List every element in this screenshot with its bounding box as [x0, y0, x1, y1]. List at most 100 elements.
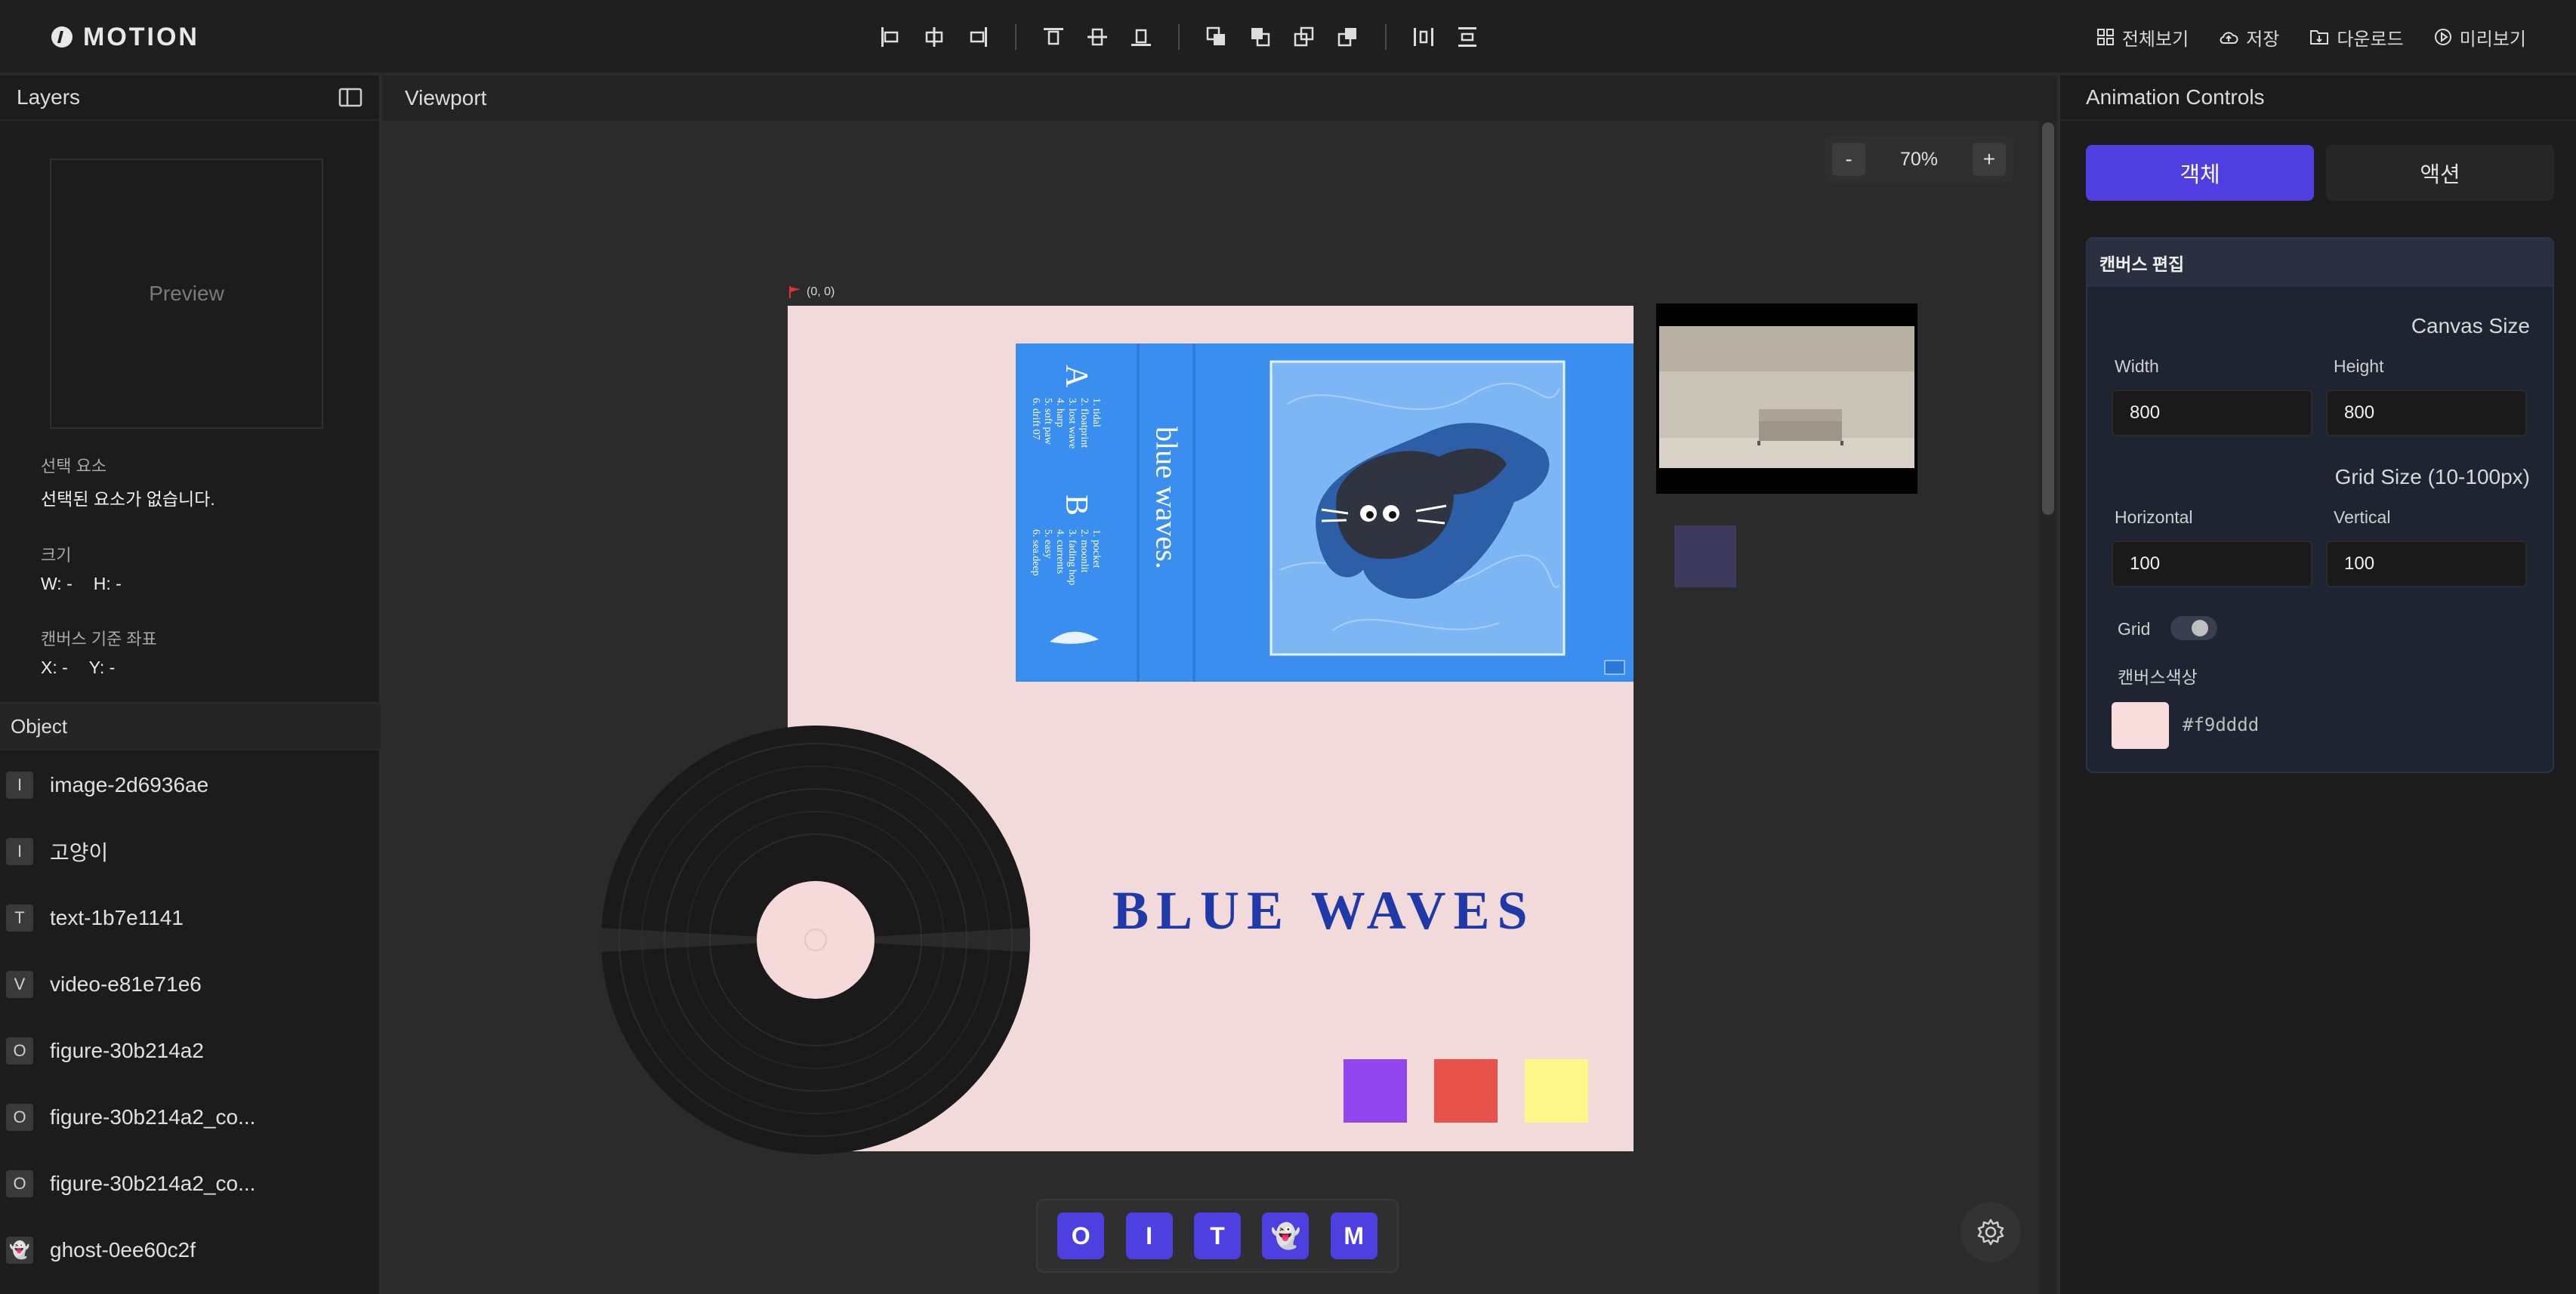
- sidebar-toggle-icon[interactable]: [338, 88, 362, 107]
- viewport[interactable]: - 70% + (0, 0) blue waves. A B 1. tidal …: [382, 121, 2057, 1294]
- gear-icon: [1977, 1219, 2004, 1246]
- track-b-3: 3. fading hop: [1066, 529, 1078, 586]
- canvas-edit-panel: 캔버스 편집 Canvas Size Width Height 800 800 …: [2086, 237, 2554, 773]
- bring-forward-icon[interactable]: [1239, 17, 1282, 57]
- grid-label: Grid: [2118, 619, 2151, 639]
- track-a-4: 4. harp: [1054, 398, 1066, 427]
- align-top-icon[interactable]: [1032, 17, 1075, 57]
- figure-shape[interactable]: [1674, 525, 1736, 587]
- add-text-button[interactable]: T: [1193, 1212, 1241, 1259]
- object-header: Object: [0, 702, 381, 750]
- track-a-5: 5. soft paw: [1042, 398, 1054, 445]
- align-center-h-icon[interactable]: [912, 17, 956, 57]
- save-button[interactable]: 저장: [2219, 24, 2279, 51]
- flag-icon: [789, 286, 801, 298]
- object-item[interactable]: Ofigure-30b214a2: [0, 1018, 381, 1084]
- align-bottom-icon[interactable]: [1119, 17, 1163, 57]
- top-actions: 전체보기 저장 다운로드 미리보기: [2096, 20, 2526, 54]
- tab-object[interactable]: 객체: [2086, 145, 2314, 201]
- download-button[interactable]: 다운로드: [2309, 24, 2404, 51]
- canvas-color-swatch[interactable]: [2112, 702, 2169, 749]
- sofa-room-image: [1656, 303, 1917, 494]
- yellow-square[interactable]: [1525, 1059, 1588, 1123]
- height-input[interactable]: 800: [2326, 390, 2527, 436]
- add-image-button[interactable]: I: [1125, 1212, 1173, 1259]
- tab-action[interactable]: 액션: [2326, 145, 2554, 201]
- vertical-input[interactable]: 100: [2326, 541, 2527, 587]
- align-left-icon[interactable]: [868, 17, 912, 57]
- app-name: MOTION: [83, 22, 199, 51]
- canvas-origin-marker: (0, 0): [788, 285, 835, 299]
- viewport-header: Viewport: [382, 75, 2057, 121]
- layer-preview: Preview: [50, 159, 323, 429]
- download-label: 다운로드: [2337, 29, 2404, 50]
- settings-button[interactable]: [1961, 1202, 2021, 1262]
- toolbar-divider: [1178, 24, 1180, 50]
- selection-info: 선택 요소 선택된 요소가 없습니다. 크기 W: - H: - 캔버스 기준 …: [41, 451, 358, 710]
- vertical-label: Vertical: [2334, 507, 2391, 527]
- purple-square[interactable]: [1344, 1059, 1407, 1123]
- red-square[interactable]: [1434, 1059, 1498, 1123]
- add-media-button[interactable]: M: [1330, 1212, 1377, 1259]
- object-name: figure-30b214a2_co...: [50, 1172, 256, 1195]
- track-b-2: 2. moonlit: [1078, 529, 1090, 573]
- grid-toggle[interactable]: [2170, 616, 2217, 640]
- vinyl-record-image[interactable]: [600, 724, 1032, 1156]
- zoom-control: - 70% +: [1825, 136, 2013, 183]
- cassette-tracks-b: 1. pocket 2. moonlit 3. fading hop 4. cu…: [1029, 529, 1102, 585]
- cassette-side-a: A: [1059, 365, 1094, 388]
- object-item[interactable]: Iimage-2d6936ae: [0, 752, 381, 818]
- video-thumbnail[interactable]: [1656, 303, 1917, 494]
- object-item[interactable]: I 고양이: [0, 818, 381, 885]
- coord-label: 캔버스 기준 좌표: [41, 630, 157, 649]
- coord-x: X: -: [41, 658, 68, 677]
- controls-title: Animation Controls: [2086, 85, 2265, 109]
- blue-waves-text[interactable]: BLUE WAVES: [1112, 880, 1535, 942]
- distribute-h-icon[interactable]: [1402, 17, 1445, 57]
- align-right-icon[interactable]: [956, 17, 1000, 57]
- object-name: figure-30b214a2_co...: [50, 1105, 256, 1129]
- scrollbar-thumb[interactable]: [2042, 122, 2054, 515]
- track-a-2: 2. floatprint: [1078, 398, 1090, 448]
- object-name: image-2d6936ae: [50, 773, 209, 796]
- selection-value: 선택된 요소가 없습니다.: [41, 489, 215, 509]
- send-back-icon[interactable]: [1326, 17, 1370, 57]
- add-figure-button[interactable]: O: [1057, 1212, 1105, 1259]
- horizontal-input[interactable]: 100: [2112, 541, 2312, 587]
- object-type-badge: I: [6, 838, 33, 865]
- zoom-out-button[interactable]: -: [1832, 143, 1865, 176]
- object-item[interactable]: Vvideo-e81e71e6: [0, 951, 381, 1018]
- animation-controls-panel: Animation Controls 객체 액션 캔버스 편집 Canvas S…: [2059, 75, 2576, 1294]
- object-name: text-1b7e1141: [50, 906, 184, 929]
- bring-front-icon[interactable]: [1195, 17, 1239, 57]
- preview-button[interactable]: 미리보기: [2434, 24, 2526, 51]
- play-icon: [2434, 29, 2451, 45]
- size-label: 크기: [41, 546, 72, 565]
- object-item[interactable]: 👻 ghost-0ee60c2f: [0, 1217, 381, 1283]
- app-logo[interactable]: MOTION: [50, 20, 199, 54]
- width-input[interactable]: 800: [2112, 390, 2312, 436]
- toggle-knob: [2192, 620, 2208, 636]
- canvas-edit-title: 캔버스 편집: [2087, 239, 2553, 287]
- viewport-scrollbar[interactable]: [2039, 121, 2057, 1294]
- distribute-v-icon[interactable]: [1445, 17, 1489, 57]
- canvas-color-value[interactable]: #f9dddd: [2183, 714, 2259, 735]
- cassette-image[interactable]: blue waves. A B 1. tidal 2. floatprint 3…: [1016, 344, 1634, 682]
- track-b-4: 4. currents: [1054, 529, 1066, 575]
- selection-label: 선택 요소: [41, 457, 107, 476]
- canvas-color-label: 캔버스색상: [2118, 667, 2198, 687]
- align-middle-icon[interactable]: [1075, 17, 1119, 57]
- object-item[interactable]: Ofigure-30b214a2_co...: [0, 1151, 381, 1217]
- send-backward-icon[interactable]: [1282, 17, 1326, 57]
- cloud-save-icon: [2220, 32, 2238, 44]
- cassette-spine-title: blue waves.: [1149, 427, 1184, 569]
- add-object-bar: O I T 👻 M: [1036, 1199, 1399, 1273]
- add-ghost-button[interactable]: 👻: [1262, 1212, 1310, 1259]
- view-all-label: 전체보기: [2121, 29, 2189, 50]
- track-b-5: 5. easy: [1042, 529, 1054, 559]
- object-item[interactable]: Ttext-1b7e1141: [0, 885, 381, 951]
- download-icon: [2310, 30, 2329, 45]
- zoom-in-button[interactable]: +: [1972, 143, 2006, 176]
- view-all-button[interactable]: 전체보기: [2096, 24, 2189, 51]
- object-item[interactable]: Ofigure-30b214a2_co...: [0, 1084, 381, 1151]
